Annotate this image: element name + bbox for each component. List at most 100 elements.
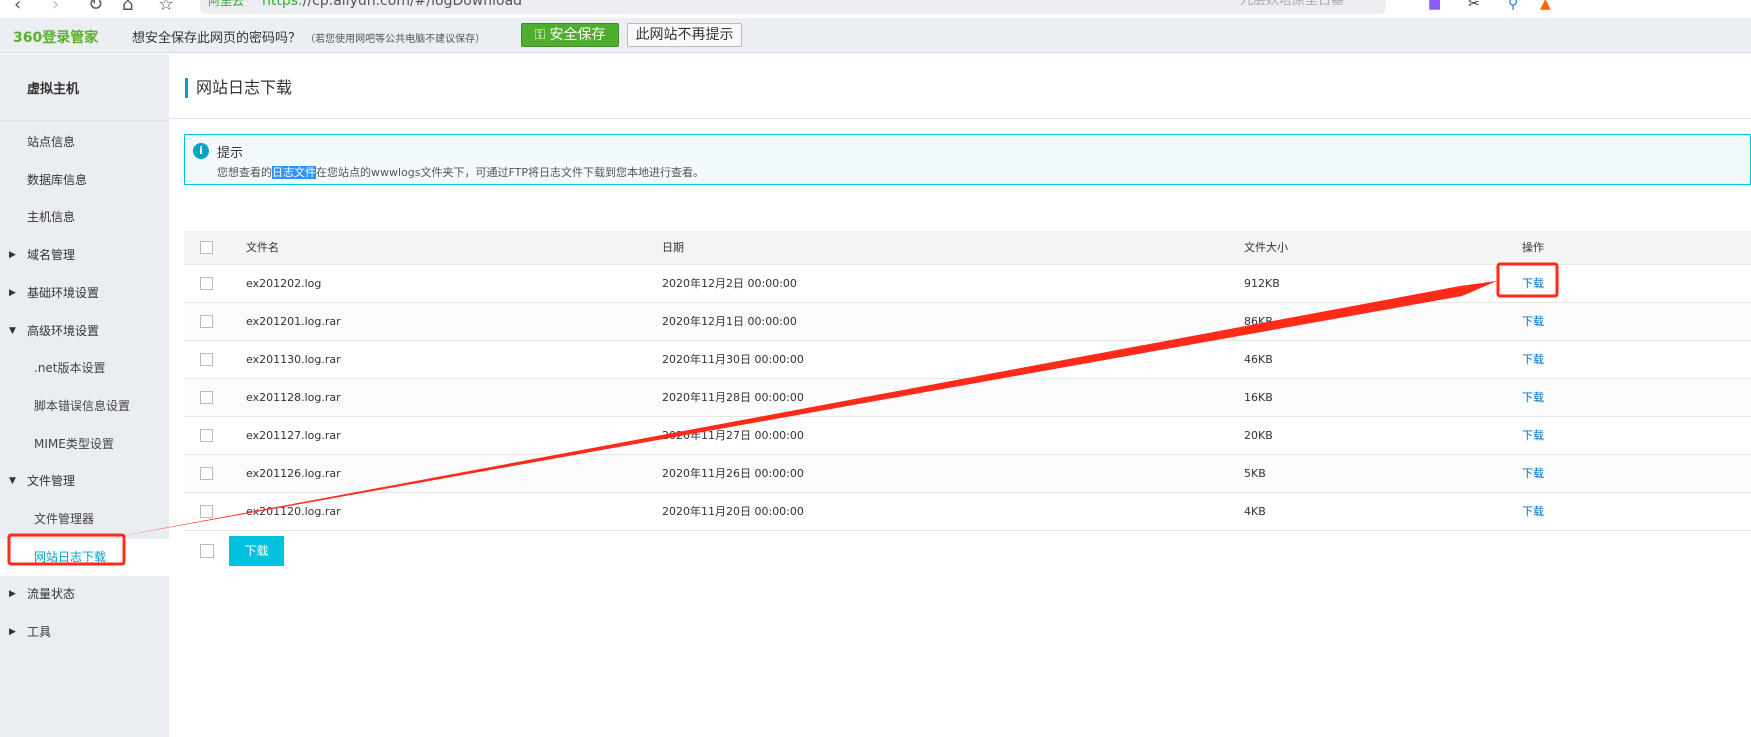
question-text: 想安全保存此网页的密码吗？ xyxy=(132,31,302,46)
sidebar-item[interactable]: 主机信息 xyxy=(0,199,169,236)
table-row: ex201120.log.rar 2020年11月20日 00:00:00 4K… xyxy=(184,493,1751,531)
save-question: 想安全保存此网页的密码吗？ （若您使用网吧等公共电脑不建议保存） xyxy=(132,27,485,46)
divider xyxy=(0,120,169,121)
log-table: 文件名 日期 文件大小 操作 ex201202.log 2020年12月2日 0… xyxy=(184,231,1751,531)
sidebar-item[interactable]: ▼ 文件管理 xyxy=(0,463,169,500)
batch-download-button[interactable]: 下载 xyxy=(229,536,284,566)
sidebar-item[interactable]: ▶ 基础环境设置 xyxy=(0,275,169,312)
sidebar-item-label: 脚本错误信息设置 xyxy=(34,398,131,413)
safe-save-label: 安全保存 xyxy=(549,27,606,43)
tip-text: 您想查看的日志文件在您站点的wwwlogs文件夹下，可通过FTP将日志文件下载到… xyxy=(217,164,704,180)
tip-title: 提示 xyxy=(217,146,244,161)
file-size: 86KB xyxy=(1244,315,1273,328)
sidebar-item[interactable]: MIME类型设置 xyxy=(0,426,169,463)
sidebar-item-label: 网站日志下载 xyxy=(34,549,107,564)
download-link[interactable]: 下载 xyxy=(1522,417,1544,455)
file-size: 16KB xyxy=(1244,391,1273,404)
download-link[interactable]: 下载 xyxy=(1522,379,1544,417)
row-checkbox[interactable] xyxy=(200,353,213,366)
row-checkbox[interactable] xyxy=(200,505,213,518)
key-icon: ⚿ xyxy=(534,27,550,43)
file-name: ex201120.log.rar xyxy=(246,505,341,518)
url-text: //cp.aliyun.com/#/logDownload xyxy=(302,0,523,9)
sidebar-item[interactable]: ▶ 流量状态 xyxy=(0,576,169,613)
table-row: ex201201.log.rar 2020年12月1日 00:00:00 86K… xyxy=(184,303,1751,341)
sidebar-item-label: 基础环境设置 xyxy=(27,285,100,300)
sidebar-item[interactable]: .net版本设置 xyxy=(0,350,169,387)
home-icon[interactable]: ⌂ xyxy=(122,0,133,15)
sidebar-item[interactable]: 网站日志下载 xyxy=(0,538,169,576)
table-row: ex201126.log.rar 2020年11月26日 00:00:00 5K… xyxy=(184,455,1751,493)
file-name: ex201128.log.rar xyxy=(246,391,341,404)
header-filename: 文件名 xyxy=(246,241,279,254)
sidebar-item-label: 工具 xyxy=(27,625,52,640)
file-name: ex201130.log.rar xyxy=(246,353,341,366)
password-save-bar: 360登录管家 想安全保存此网页的密码吗？ （若您使用网吧等公共电脑不建议保存）… xyxy=(0,18,1751,53)
download-link[interactable]: 下载 xyxy=(1522,341,1544,379)
search-input[interactable]: 九层妖塔原型古墓 xyxy=(1218,0,1386,14)
file-date: 2020年12月2日 00:00:00 xyxy=(662,277,797,290)
download-link[interactable]: 下载 xyxy=(1522,455,1544,493)
header-action: 操作 xyxy=(1522,241,1544,254)
table-header: 文件名 日期 文件大小 操作 xyxy=(184,231,1751,265)
sidebar-item-label: .net版本设置 xyxy=(34,361,106,376)
download-link[interactable]: 下载 xyxy=(1522,493,1544,531)
address-bar[interactable]: 阿里云 https://cp.aliyun.com/#/logDownload xyxy=(200,0,1265,14)
row-checkbox[interactable] xyxy=(200,315,213,328)
file-name: ex201201.log.rar xyxy=(246,315,341,328)
file-name: ex201202.log xyxy=(246,277,322,290)
scissors-icon[interactable]: ✂ xyxy=(1468,0,1480,12)
table-row: ex201130.log.rar 2020年11月30日 00:00:00 46… xyxy=(184,341,1751,379)
sidebar-item[interactable]: ▶ 工具 xyxy=(0,614,169,651)
tip-highlight: 日志文件 xyxy=(272,166,316,179)
header-size: 文件大小 xyxy=(1244,241,1288,254)
back-icon[interactable]: ‹ xyxy=(14,0,21,15)
sidebar-item-label: 数据库信息 xyxy=(27,172,88,187)
row-checkbox[interactable] xyxy=(200,467,213,480)
sidebar-item[interactable]: 脚本错误信息设置 xyxy=(0,388,169,425)
reload-icon[interactable]: ↻ xyxy=(88,0,103,15)
file-date: 2020年11月26日 00:00:00 xyxy=(662,467,804,480)
caret-right-icon: ▶ xyxy=(9,287,16,298)
caret-right-icon: ▶ xyxy=(9,627,16,638)
sidebar-item-label: 高级环境设置 xyxy=(27,323,100,338)
360-logo: 360登录管家 xyxy=(13,30,99,46)
row-checkbox[interactable] xyxy=(200,391,213,404)
bookmark-star-icon[interactable]: ☆ xyxy=(158,0,174,15)
sidebar: 虚拟主机 站点信息 数据库信息 主机信息 ▶ 域名管理 ▶ 基础环境设置 ▼ 高级环境设置 .ne… xyxy=(0,54,169,737)
caret-down-icon: ▼ xyxy=(9,476,16,487)
sidebar-item-label: 主机信息 xyxy=(27,210,76,225)
forward-icon[interactable]: › xyxy=(52,0,59,15)
sidebar-item[interactable]: ▼ 高级环境设置 xyxy=(0,313,169,350)
sidebar-item-label: 流量状态 xyxy=(27,587,76,602)
row-checkbox[interactable] xyxy=(200,277,213,290)
site-tag: 阿里云 xyxy=(208,0,245,8)
file-name: ex201127.log.rar xyxy=(246,429,341,442)
header-date: 日期 xyxy=(662,241,684,254)
sidebar-item[interactable]: 站点信息 xyxy=(0,124,169,161)
download-link[interactable]: 下载 xyxy=(1522,265,1544,303)
download-link[interactable]: 下载 xyxy=(1522,303,1544,341)
sidebar-item[interactable]: 数据库信息 xyxy=(0,162,169,199)
extension-icon[interactable]: ■ xyxy=(1428,0,1441,12)
safe-save-button[interactable]: ⚿ 安全保存 xyxy=(521,23,619,47)
file-size: 912KB xyxy=(1244,277,1280,290)
footer-select-checkbox[interactable] xyxy=(200,544,214,558)
caret-right-icon: ▶ xyxy=(9,250,16,261)
never-prompt-button[interactable]: 此网站不再提示 xyxy=(627,23,742,47)
question-note: （若您使用网吧等公共电脑不建议保存） xyxy=(305,34,486,45)
select-all-checkbox[interactable] xyxy=(200,241,213,254)
sidebar-item-label: 文件管理器 xyxy=(34,512,95,526)
tip-pre: 您想查看的 xyxy=(217,166,272,179)
extension-orange-icon[interactable]: ▲ xyxy=(1540,0,1551,12)
tip-box: i 提示 您想查看的日志文件在您站点的wwwlogs文件夹下，可通过FTP将日志… xyxy=(184,134,1751,185)
file-size: 46KB xyxy=(1244,353,1273,366)
table-row: ex201202.log 2020年12月2日 00:00:00 912KB 下… xyxy=(184,265,1751,303)
sidebar-item-label: 域名管理 xyxy=(27,248,76,263)
sidebar-item[interactable]: 文件管理器 xyxy=(0,501,169,538)
file-date: 2020年11月27日 00:00:00 xyxy=(662,429,804,442)
sidebar-item[interactable]: ▶ 域名管理 xyxy=(0,237,169,274)
file-name: ex201126.log.rar xyxy=(246,467,341,480)
magnifier-icon[interactable]: ⚲ xyxy=(1508,0,1518,12)
row-checkbox[interactable] xyxy=(200,429,213,442)
